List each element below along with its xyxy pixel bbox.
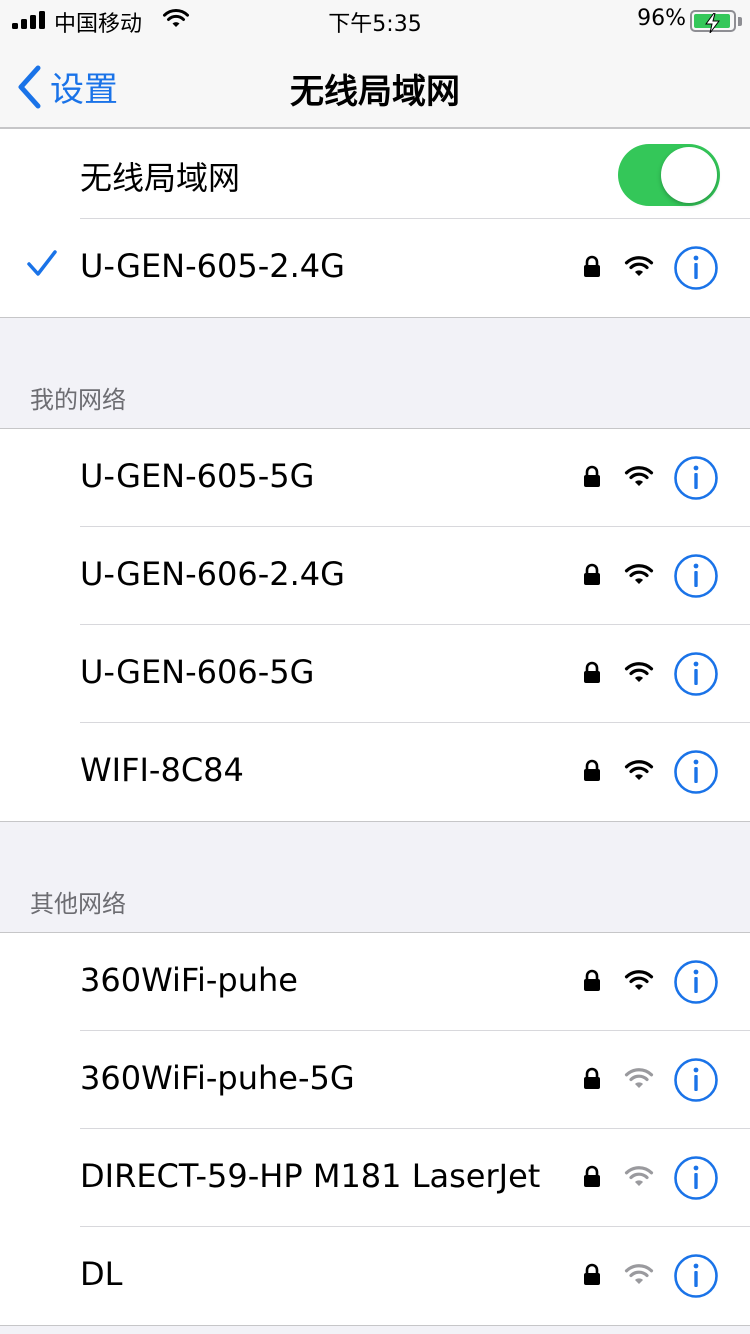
wlan-toggle-switch[interactable]	[618, 144, 720, 206]
connected-network-row[interactable]: U-GEN-605-2.4G	[0, 219, 750, 317]
page-title: 无线局域网	[290, 72, 460, 112]
network-name: U-GEN-605-5G	[80, 457, 315, 495]
wlan-group: 无线局域网 U-GEN-605-2.4G	[0, 128, 750, 318]
lock-icon	[583, 255, 601, 281]
info-icon[interactable]	[673, 553, 719, 603]
network-row[interactable]: WIFI-8C84	[0, 723, 750, 821]
network-name: U-GEN-605-2.4G	[80, 247, 345, 285]
network-row[interactable]: 360WiFi-puhe-5G	[0, 1031, 750, 1129]
network-name: 360WiFi-puhe-5G	[80, 1059, 355, 1097]
wifi-signal-icon	[624, 1067, 654, 1095]
battery-percent: 96%	[637, 6, 686, 31]
lock-icon	[583, 1067, 601, 1093]
navigation-bar: 设置 无线局域网	[0, 40, 750, 128]
network-name: U-GEN-606-5G	[80, 653, 315, 691]
battery-fill	[694, 13, 731, 33]
lock-icon	[583, 563, 601, 589]
info-icon[interactable]	[673, 245, 719, 295]
my-networks-list: U-GEN-605-5G U-GEN-606-2.4G U-GEN-606-5G WI…	[0, 428, 750, 822]
lock-icon	[583, 1165, 601, 1191]
battery-tip	[738, 17, 742, 26]
battery-icon	[690, 10, 736, 33]
network-name: 360WiFi-puhe	[80, 961, 298, 999]
lock-icon	[583, 759, 601, 785]
info-icon[interactable]	[673, 1253, 719, 1303]
info-icon[interactable]	[673, 749, 719, 799]
network-row[interactable]: 360WiFi-puhe	[0, 933, 750, 1031]
lock-icon	[583, 1263, 601, 1289]
wifi-signal-icon	[624, 661, 654, 689]
info-icon[interactable]	[673, 1057, 719, 1107]
network-row[interactable]: U-GEN-605-5G	[0, 429, 750, 527]
wifi-signal-icon	[624, 255, 654, 283]
wifi-signal-icon	[624, 1165, 654, 1193]
status-bar: 中国移动 下午5:35 96%	[0, 0, 750, 40]
lock-icon	[583, 969, 601, 995]
network-name: DL	[80, 1255, 123, 1293]
checkmark-icon	[27, 250, 57, 276]
toggle-knob	[661, 147, 717, 203]
wifi-signal-icon	[624, 969, 654, 997]
network-row[interactable]: U-GEN-606-2.4G	[0, 527, 750, 625]
network-name: WIFI-8C84	[80, 751, 244, 789]
network-row[interactable]: DL	[0, 1227, 750, 1325]
lock-icon	[583, 465, 601, 491]
network-name: U-GEN-606-2.4G	[80, 555, 345, 593]
wifi-signal-icon	[624, 1263, 654, 1291]
section-header-other-networks: 其他网络	[30, 890, 126, 918]
wlan-toggle-row: 无线局域网	[0, 129, 750, 219]
info-icon[interactable]	[673, 959, 719, 1009]
network-row[interactable]: U-GEN-606-5G	[0, 625, 750, 723]
other-networks-list: 360WiFi-puhe 360WiFi-puhe-5G DIRECT-59-HP …	[0, 932, 750, 1326]
wifi-signal-icon	[624, 759, 654, 787]
section-header-my-networks: 我的网络	[30, 386, 126, 414]
network-name: DIRECT-59-HP M181 LaserJet	[80, 1157, 541, 1195]
network-row[interactable]: DIRECT-59-HP M181 LaserJet	[0, 1129, 750, 1227]
wlan-toggle-label: 无线局域网	[80, 159, 241, 197]
wifi-signal-icon	[624, 465, 654, 493]
info-icon[interactable]	[673, 455, 719, 505]
charging-bolt-icon	[705, 13, 720, 33]
info-icon[interactable]	[673, 651, 719, 701]
info-icon[interactable]	[673, 1155, 719, 1205]
wifi-signal-icon	[624, 563, 654, 591]
lock-icon	[583, 661, 601, 687]
